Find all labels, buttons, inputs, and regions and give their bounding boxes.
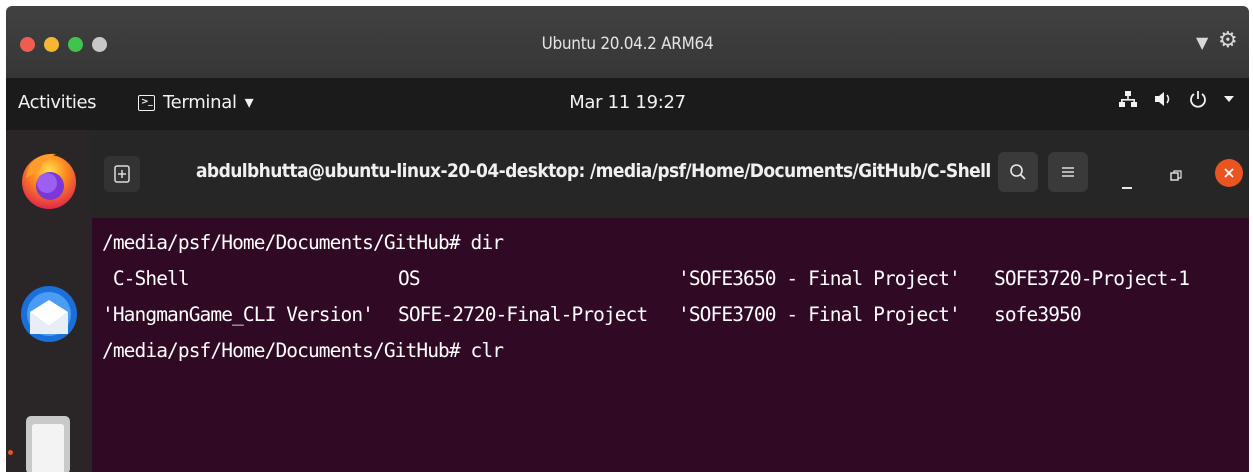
vm-title: Ubuntu 20.04.2 ARM64	[541, 34, 714, 54]
dir-entry: 'SOFE3700 - Final Project'	[678, 303, 961, 326]
hamburger-icon	[1062, 167, 1074, 177]
dock	[6, 130, 92, 472]
restore-icon	[1170, 170, 1182, 181]
minimize-button[interactable]	[1122, 174, 1134, 195]
volume-icon	[1155, 92, 1170, 106]
terminal-output[interactable]: /media/psf/Home/Documents/GitHub# dir C-…	[92, 218, 1249, 472]
dir-entry: 'SOFE3650 - Final Project'	[678, 267, 961, 290]
files-icon[interactable]	[20, 410, 78, 472]
running-indicator	[8, 450, 13, 455]
dir-output-row: 'HangmanGame_CLI Version' SOFE-2720-Fina…	[102, 297, 1249, 333]
terminal-header-bar: abdulbhutta@ubuntu-linux-20-04-desktop: …	[92, 130, 1249, 218]
restore-button[interactable]	[1170, 166, 1182, 187]
settings-icon[interactable]: ⚙	[1218, 28, 1238, 53]
gnome-top-bar: Activities >_ Terminal ▾ Mar 11 19:27	[6, 78, 1249, 130]
dir-entry: sofe3950	[994, 303, 1082, 326]
menu-button[interactable]	[1048, 152, 1088, 192]
new-tab-button[interactable]	[104, 156, 140, 192]
dir-entry: SOFE3720-Project-1	[994, 267, 1190, 290]
close-icon	[1224, 168, 1234, 178]
chevron-down-icon	[1224, 96, 1234, 102]
prompt-line: /media/psf/Home/Documents/GitHub# dir	[102, 231, 504, 254]
prompt-line: /media/psf/Home/Documents/GitHub# clr	[102, 339, 504, 362]
search-icon	[1010, 164, 1026, 180]
thunderbird-icon[interactable]	[20, 278, 78, 342]
power-icon	[1190, 91, 1206, 108]
new-tab-icon	[114, 165, 130, 183]
dir-output-row: C-Shell OS 'SOFE3650 - Final Project' SO…	[102, 261, 1249, 297]
dir-entry: C-Shell	[102, 267, 190, 290]
dir-entry: SOFE-2720-Final-Project	[398, 303, 648, 326]
system-tray[interactable]	[1119, 90, 1235, 108]
dir-entry: 'HangmanGame_CLI Version'	[102, 303, 374, 326]
network-icon	[1119, 91, 1137, 107]
vm-title-bar: Ubuntu 20.04.2 ARM64 ▼ ⚙	[6, 6, 1249, 78]
clock[interactable]: Mar 11 19:27	[6, 92, 1249, 113]
vm-dropdown-icon[interactable]: ▼	[1196, 33, 1208, 52]
firefox-icon[interactable]	[20, 148, 78, 212]
dir-entry: OS	[398, 267, 421, 290]
search-button[interactable]	[998, 152, 1038, 192]
close-button[interactable]	[1215, 159, 1243, 187]
minimize-icon	[1122, 187, 1132, 189]
terminal-title: abdulbhutta@ubuntu-linux-20-04-desktop: …	[196, 160, 991, 182]
